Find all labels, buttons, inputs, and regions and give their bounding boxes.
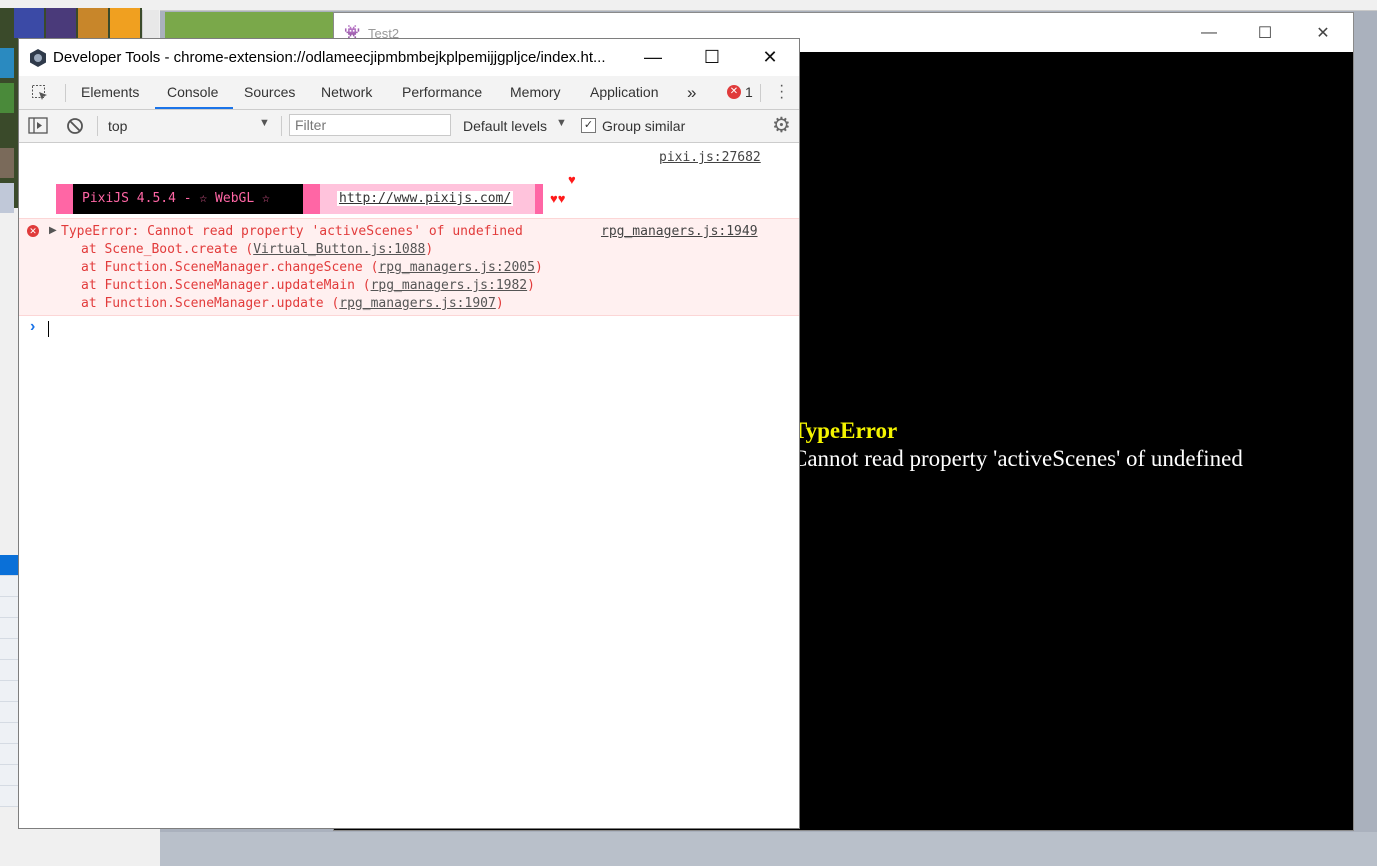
pixi-url-link[interactable]: http://www.pixijs.com/ [337,191,514,206]
more-tabs-button[interactable]: » [687,76,696,109]
stack-frame: at Scene_Boot.create (Virtual_Button.js:… [81,242,434,257]
editor-toolbar-strip [160,0,1377,11]
stack-frame: at Function.SceneManager.updateMain (rpg… [81,278,535,293]
editor-statusbar [160,832,1377,866]
devtools-tab-bar: Elements Console Sources Network Perform… [19,76,799,110]
game-maximize-button[interactable]: ☐ [1242,19,1288,47]
devtools-titlebar[interactable]: Developer Tools - chrome-extension://odl… [19,39,799,76]
stack-frame-link[interactable]: rpg_managers.js:1907 [339,296,496,311]
group-similar-label[interactable]: Group similar [602,118,685,134]
levels-dropdown-icon[interactable]: ▼ [556,117,567,129]
group-similar-checkbox[interactable]: ✓ [581,118,596,133]
tab-bar-divider [65,84,66,102]
console-panel[interactable]: pixi.js:27682 PixiJS 4.5.4 - ☆ WebGL ☆ h… [19,143,799,828]
console-toolbar: top ▼ Filter Default levels ▼ ✓ Group si… [19,110,799,143]
hearts-icon: ♥♥ [550,191,566,206]
stack-frame: at Function.SceneManager.changeScene (rp… [81,260,543,275]
console-input-cursor[interactable] [48,321,49,337]
tab-bar-divider-right [760,84,761,102]
context-selector[interactable]: top [108,118,127,134]
error-icon: ✕ [27,225,39,237]
stack-frame-link[interactable]: Virtual_Button.js:1088 [253,242,425,257]
tab-memory[interactable]: Memory [510,76,561,109]
game-close-button[interactable]: ✕ [1300,19,1346,47]
game-error-title: TypeError [792,418,898,443]
console-error-message[interactable]: ✕ ▶ TypeError: Cannot read property 'act… [19,218,799,316]
error-count[interactable]: 1 [745,76,753,109]
pixi-source-link[interactable]: pixi.js:27682 [659,150,761,165]
inspect-element-icon[interactable] [31,84,49,102]
tab-application[interactable]: Application [590,76,659,109]
toolbar-divider [97,116,98,136]
devtools-minimize-button[interactable]: — [624,41,682,73]
error-source-link[interactable]: rpg_managers.js:1949 [601,224,758,239]
toolbar-divider-2 [281,116,282,136]
game-minimize-button[interactable]: — [1186,19,1232,47]
tab-network[interactable]: Network [321,76,372,109]
error-count-icon[interactable]: ✕ [727,85,741,99]
stack-frame: at Function.SceneManager.update (rpg_man… [81,296,504,311]
editor-map-list [0,555,18,855]
pixi-banner-text: PixiJS 4.5.4 - ☆ WebGL ☆ [82,191,270,206]
game-error-message: Cannot read property 'activeScenes' of u… [792,446,1243,471]
stack-frame-link[interactable]: rpg_managers.js:1982 [371,278,528,293]
heart-icon: ♥ [568,172,576,187]
default-levels-dropdown[interactable]: Default levels [463,118,547,134]
console-settings-gear-icon[interactable]: ⚙ [772,113,791,138]
tab-elements[interactable]: Elements [81,76,139,109]
console-filter-input[interactable]: Filter [289,114,451,136]
tab-console[interactable]: Console [167,76,218,109]
devtools-menu-icon[interactable]: · · · [779,78,784,106]
editor-map-preview [165,12,335,40]
error-text: TypeError: Cannot read property 'activeS… [61,224,523,239]
devtools-window: Developer Tools - chrome-extension://odl… [18,38,800,829]
console-prompt-icon: › [30,318,36,335]
devtools-maximize-button[interactable]: ☐ [683,41,741,73]
sidebar-toggle-icon[interactable] [28,117,48,134]
devtools-close-button[interactable]: ✕ [741,41,799,73]
stack-frame-link[interactable]: rpg_managers.js:2005 [378,260,535,275]
devtools-logo-icon [30,49,46,67]
clear-console-icon[interactable] [66,117,84,135]
active-tab-indicator [155,107,233,109]
tab-sources[interactable]: Sources [244,76,295,109]
expand-error-icon[interactable]: ▶ [49,225,57,236]
context-dropdown-icon[interactable]: ▼ [259,117,270,129]
tab-performance[interactable]: Performance [402,76,482,109]
devtools-title: Developer Tools - chrome-extension://odl… [53,49,606,66]
